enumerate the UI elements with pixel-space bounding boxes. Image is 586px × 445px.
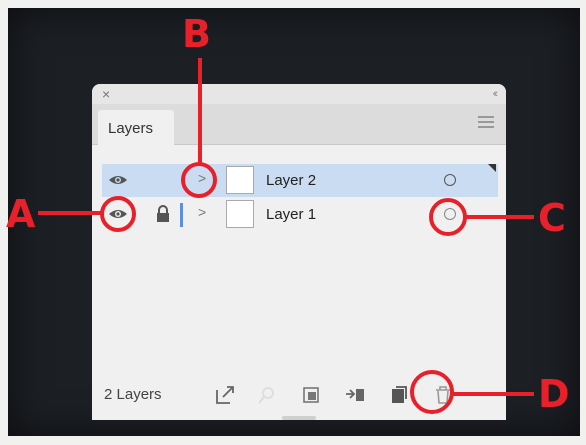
callout-d-circle <box>410 370 454 414</box>
callout-a-label: A <box>6 192 36 236</box>
callout-c-label: C <box>538 196 566 240</box>
callout-a-circle <box>100 196 136 232</box>
callout-c-circle <box>429 198 467 236</box>
callout-b-label: B <box>182 12 211 56</box>
callout-overlay <box>38 58 534 414</box>
callout-b-circle <box>181 162 217 198</box>
callout-d-label: D <box>538 372 570 416</box>
